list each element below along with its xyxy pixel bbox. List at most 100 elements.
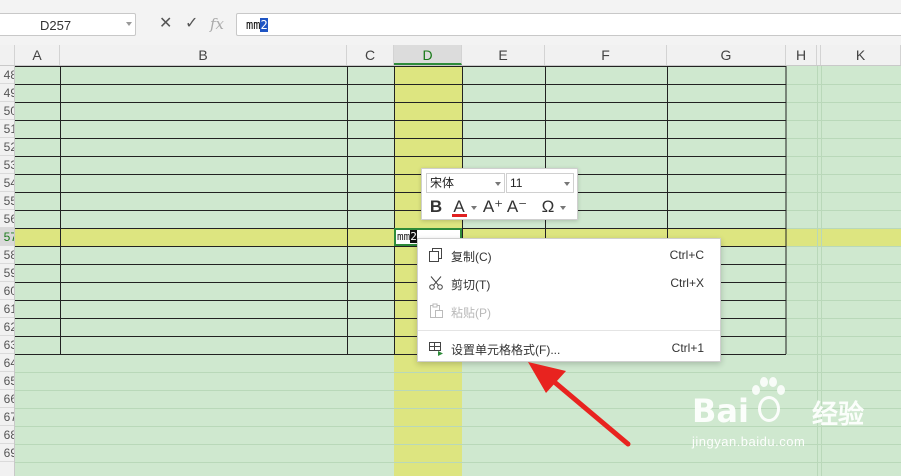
column-header-k[interactable]: K: [821, 45, 901, 65]
row-number: 65: [3, 374, 14, 388]
menu-item-label: 设置单元格格式(F)...: [451, 343, 561, 357]
row-header[interactable]: 64: [0, 354, 14, 372]
row-header[interactable]: 48: [0, 66, 14, 84]
chevron-down-icon[interactable]: [495, 182, 501, 186]
select-all-corner[interactable]: [0, 45, 15, 65]
column-header-c[interactable]: C: [347, 45, 394, 65]
row-header-active[interactable]: 57: [0, 228, 14, 246]
insert-function-icon[interactable]: fx: [210, 15, 224, 33]
menu-item-format-cells[interactable]: 设置单元格格式(F)... Ctrl+1: [418, 334, 720, 362]
row-header[interactable]: 58: [0, 246, 14, 264]
row-number: 52: [3, 140, 14, 154]
context-menu: 复制(C) Ctrl+C 剪切(T) Ctrl+X 粘贴(P) 设置单元格格式(…: [417, 238, 721, 362]
row-number: 48: [3, 68, 14, 82]
column-header-d[interactable]: D: [394, 45, 462, 65]
chevron-down-icon[interactable]: [471, 206, 477, 210]
watermark-brand: Bai: [692, 392, 749, 430]
formula-input[interactable]: mm2: [236, 13, 901, 36]
menu-item-shortcut: Ctrl+X: [670, 276, 704, 290]
row-header[interactable]: 60: [0, 282, 14, 300]
row-header[interactable]: 69: [0, 444, 14, 462]
row-header[interactable]: 59: [0, 264, 14, 282]
row-header[interactable]: 63: [0, 336, 14, 354]
menu-item-paste[interactable]: 粘贴(P): [418, 297, 720, 325]
symbol-button[interactable]: Ω: [538, 197, 558, 217]
watermark-brand-suffix: 经验: [812, 399, 865, 429]
row-header[interactable]: 62: [0, 318, 14, 336]
column-header-f[interactable]: F: [545, 45, 667, 65]
row-header[interactable]: 67: [0, 408, 14, 426]
mini-format-toolbar: 宋体 11 B A A⁺ A⁻ Ω: [421, 168, 578, 220]
column-headers: A B C D E F G H K: [0, 45, 901, 66]
row-number: 55: [3, 194, 14, 208]
row-number: 63: [3, 338, 14, 352]
bold-button[interactable]: B: [427, 197, 445, 217]
menu-item-shortcut: Ctrl+C: [669, 248, 704, 262]
copy-icon: [429, 248, 442, 262]
row-header[interactable]: 50: [0, 102, 14, 120]
scissors-icon: [429, 276, 443, 290]
row-header[interactable]: 56: [0, 210, 14, 228]
paste-icon: [430, 303, 443, 318]
formula-selected-text: 2: [260, 18, 268, 32]
menu-separator: [418, 330, 720, 331]
row-header[interactable]: 52: [0, 138, 14, 156]
column-header-a[interactable]: A: [15, 45, 60, 65]
row-header[interactable]: 54: [0, 174, 14, 192]
row-header[interactable]: 53: [0, 156, 14, 174]
row-number: 64: [3, 356, 14, 370]
formula-text: mm: [246, 18, 261, 32]
row-headers: 48 49 50 51 52 53 54 55 56 57 58 59 60 6…: [0, 66, 15, 476]
row-header[interactable]: 51: [0, 120, 14, 138]
cell-text: mm: [397, 230, 411, 243]
row-header[interactable]: 49: [0, 84, 14, 102]
row-number: 59: [3, 266, 14, 280]
row-number: 67: [3, 410, 14, 424]
chevron-down-icon[interactable]: [564, 182, 570, 186]
name-box[interactable]: D257: [0, 13, 136, 36]
format-cells-icon: [429, 342, 443, 356]
name-box-value: D257: [40, 18, 72, 33]
cancel-icon[interactable]: ✕: [159, 15, 172, 33]
column-header-e[interactable]: E: [462, 45, 545, 65]
row-number: 60: [3, 284, 14, 298]
row-number: 68: [3, 428, 14, 442]
row-number: 54: [3, 176, 14, 190]
font-color-swatch: [452, 214, 467, 217]
grow-font-button[interactable]: A⁺: [482, 197, 504, 217]
menu-item-copy[interactable]: 复制(C) Ctrl+C: [418, 241, 720, 269]
column-header-b[interactable]: B: [60, 45, 347, 65]
menu-item-cut[interactable]: 剪切(T) Ctrl+X: [418, 269, 720, 297]
row-number: 66: [3, 392, 14, 406]
row-number: 49: [3, 86, 14, 100]
confirm-icon[interactable]: ✓: [185, 15, 198, 33]
row-number: 53: [3, 158, 14, 172]
row-header[interactable]: 61: [0, 300, 14, 318]
row-header[interactable]: 55: [0, 192, 14, 210]
menu-item-label: 复制(C): [451, 250, 492, 264]
chevron-down-icon[interactable]: [560, 206, 566, 210]
formula-bar: D257 ✕ ✓ fx mm2: [0, 0, 901, 46]
menu-item-label: 粘贴(P): [451, 306, 491, 320]
column-header-g[interactable]: G: [667, 45, 786, 65]
row-number: 57: [3, 230, 14, 244]
font-size-select[interactable]: 11: [506, 173, 574, 193]
font-name-select[interactable]: 宋体: [426, 173, 505, 193]
font-name-value: 宋体: [430, 176, 455, 190]
row-number: 58: [3, 248, 14, 262]
row-number: 56: [3, 212, 14, 226]
menu-item-shortcut: Ctrl+1: [671, 341, 704, 355]
row-number: 51: [3, 122, 14, 136]
row-number: 61: [3, 302, 14, 316]
row-header[interactable]: 68: [0, 426, 14, 444]
shrink-font-button[interactable]: A⁻: [506, 197, 528, 217]
watermark-url: jingyan.baidu.com: [692, 434, 806, 449]
row-header[interactable]: 66: [0, 390, 14, 408]
row-number: 62: [3, 320, 14, 334]
column-header-h[interactable]: H: [786, 45, 817, 65]
baidu-jingyan-watermark: Bai 经验 jingyan.baidu.com: [692, 377, 892, 454]
paw-icon: [758, 396, 780, 422]
font-size-value: 11: [510, 176, 523, 190]
row-header[interactable]: 65: [0, 372, 14, 390]
chevron-down-icon[interactable]: [126, 22, 132, 26]
